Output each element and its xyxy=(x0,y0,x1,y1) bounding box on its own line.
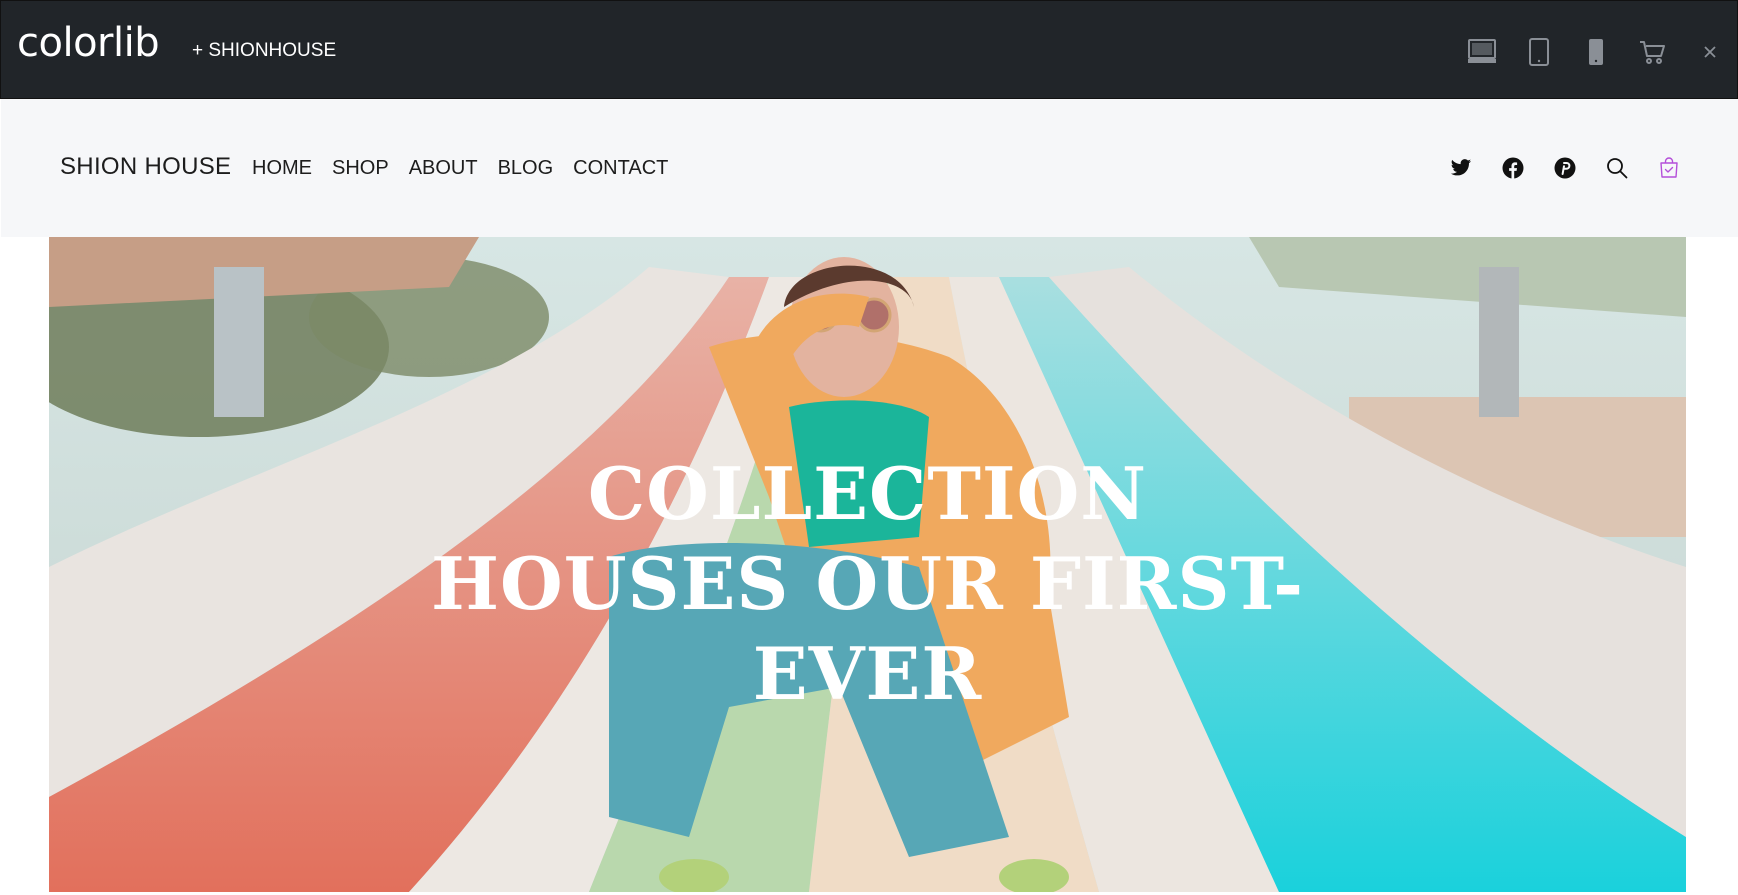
hero-title-line: COLLECTION xyxy=(587,451,1148,536)
mobile-icon[interactable] xyxy=(1579,35,1613,69)
hero-title-line: EVER xyxy=(752,631,983,716)
tablet-icon[interactable] xyxy=(1522,35,1556,69)
facebook-icon[interactable] xyxy=(1501,156,1525,180)
colorlib-logo[interactable]: colorlib xyxy=(17,23,160,63)
main-nav: HOME SHOP ABOUT BLOG CONTACT xyxy=(252,158,688,178)
nav-blog[interactable]: BLOG xyxy=(498,158,554,178)
site-logo[interactable]: SHION HOUSE xyxy=(60,155,231,179)
hero-title: COLLECTION HOUSES OUR FIRST- EVER xyxy=(49,449,1686,719)
hero-banner: COLLECTION HOUSES OUR FIRST- EVER xyxy=(49,237,1686,892)
hero-title-line: HOUSES OUR FIRST- xyxy=(430,541,1305,626)
desktop-icon[interactable] xyxy=(1465,35,1499,69)
site-header: SHION HOUSE HOME SHOP ABOUT BLOG CONTACT xyxy=(1,99,1738,237)
shopping-bag-icon[interactable] xyxy=(1657,156,1681,180)
nav-contact[interactable]: CONTACT xyxy=(573,158,668,178)
nav-home[interactable]: HOME xyxy=(252,158,312,178)
preview-toolbar: colorlib + SHIONHOUSE xyxy=(0,0,1738,99)
nav-shop[interactable]: SHOP xyxy=(332,158,389,178)
close-icon[interactable] xyxy=(1693,35,1727,69)
cart-icon[interactable] xyxy=(1635,35,1669,69)
pinterest-icon[interactable] xyxy=(1553,156,1577,180)
twitter-icon[interactable] xyxy=(1449,156,1473,180)
search-icon[interactable] xyxy=(1605,156,1629,180)
theme-name[interactable]: + SHIONHOUSE xyxy=(192,41,336,60)
nav-about[interactable]: ABOUT xyxy=(409,158,478,178)
